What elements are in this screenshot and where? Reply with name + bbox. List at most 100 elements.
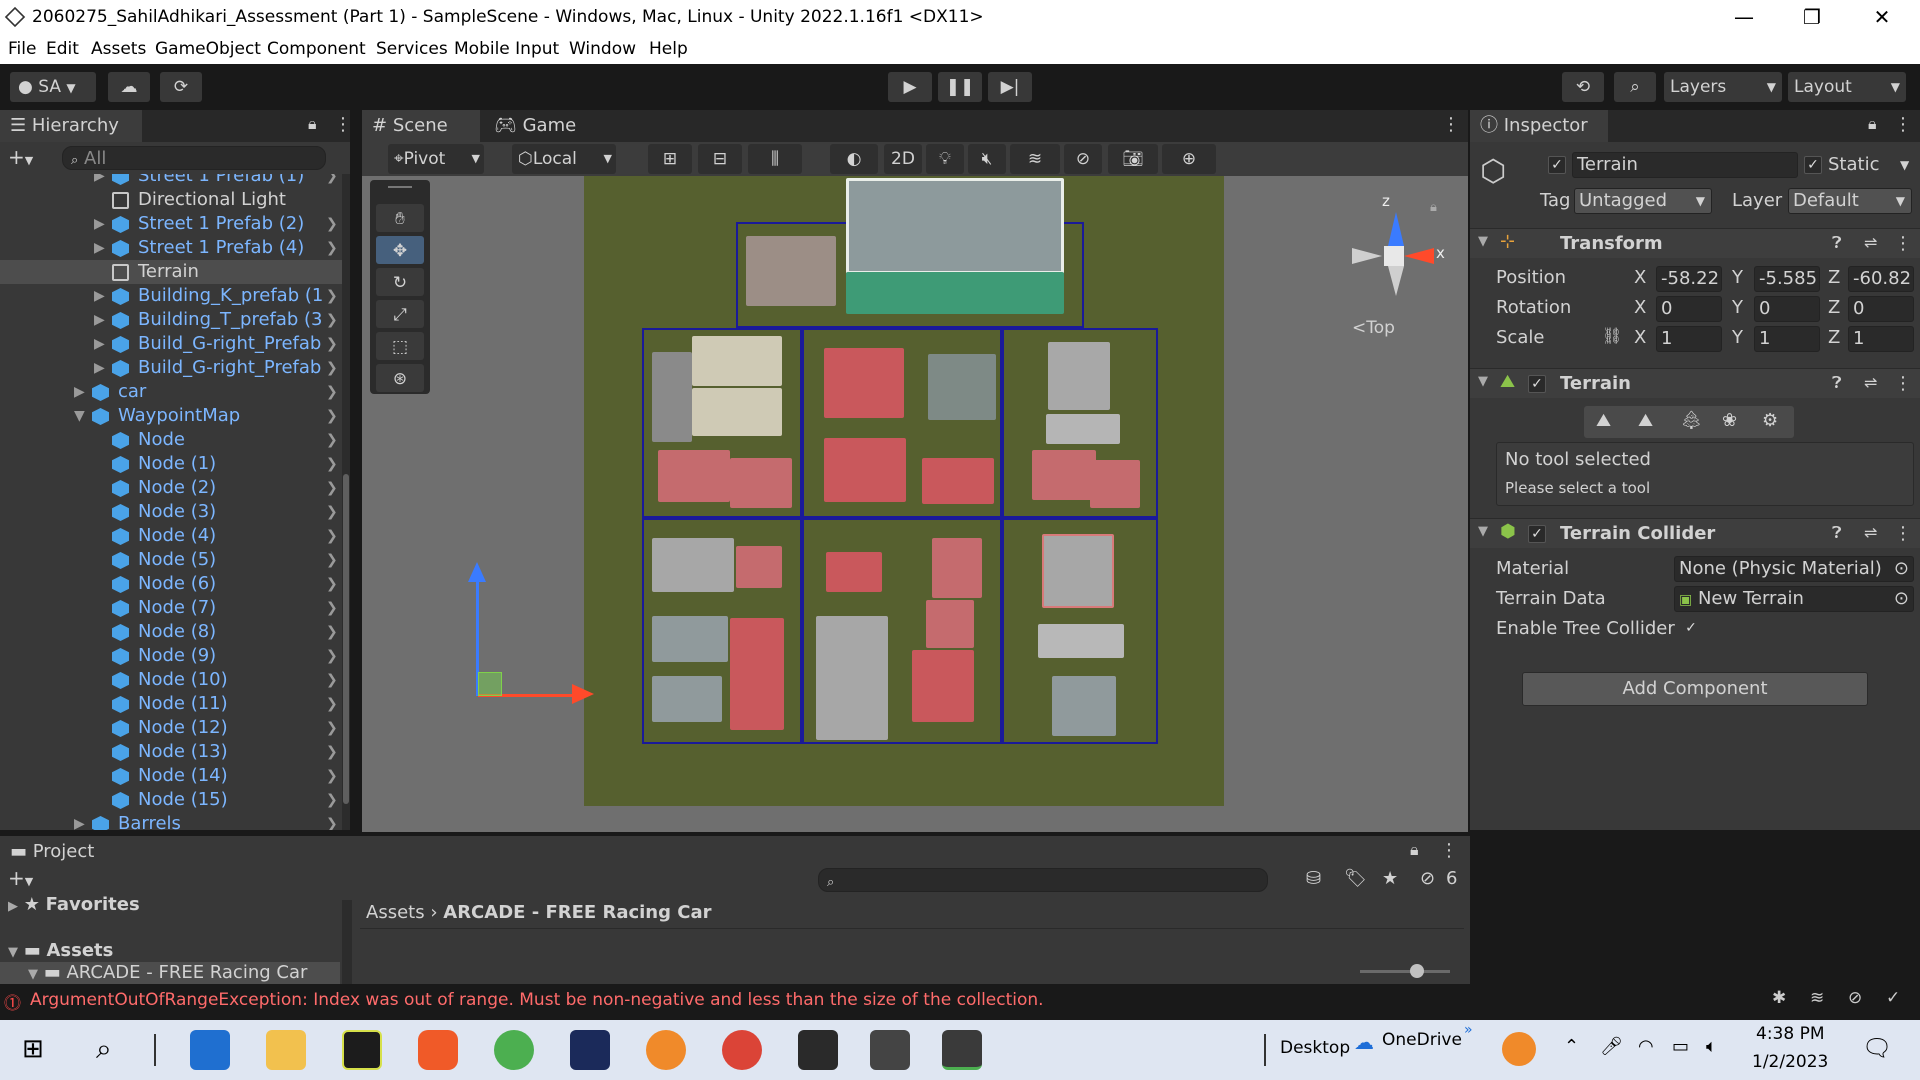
gizmo-neg-x-cone-icon[interactable] <box>1352 248 1382 264</box>
gizmo-plane-handle[interactable] <box>478 672 502 696</box>
lock-icon[interactable]: 🔒︎ <box>308 114 317 134</box>
increment-snap-button[interactable]: ⫼ <box>748 144 802 174</box>
grid-snap-button[interactable]: ⊞ <box>648 144 692 174</box>
hierarchy-scrollbar[interactable] <box>342 174 350 830</box>
list-item[interactable]: ▶ Build_G-right_Prefab ❯ <box>0 332 342 356</box>
close-button[interactable]: ✕ <box>1848 0 1916 36</box>
list-item[interactable]: Node (7) ❯ <box>0 596 342 620</box>
scale-z-input[interactable]: 1 <box>1848 326 1914 352</box>
more-icon[interactable]: ⋮ <box>334 114 352 135</box>
zoom-slider-thumb[interactable] <box>1410 964 1424 978</box>
console-status-bar[interactable]: ⓵ ArgumentOutOfRangeException: Index was… <box>0 986 1920 1014</box>
pivot-dropdown[interactable]: ⌖Pivot ▼ <box>388 144 484 174</box>
list-item[interactable]: Node (11) ❯ <box>0 692 342 716</box>
breadcrumb-current[interactable]: ARCADE - FREE Racing Car <box>443 902 711 923</box>
help-icon[interactable]: ❓︎ <box>1832 233 1842 253</box>
transform-tool-button[interactable]: ⊛ <box>376 364 424 392</box>
list-item-selected[interactable]: Terrain <box>0 260 342 284</box>
transform-header[interactable]: ▼ ⊹ Transform ❓︎ ⇌ ⋮ <box>1470 228 1920 258</box>
unity-hub-icon[interactable] <box>798 1030 838 1070</box>
menu-window[interactable]: Window <box>569 39 636 59</box>
breadcrumb-assets[interactable]: Assets <box>366 902 425 923</box>
lighting-toggle[interactable]: 💡︎ <box>926 144 964 174</box>
rect-tool-button[interactable]: ⬚ <box>376 332 424 360</box>
network-off-icon[interactable]: ⊘ <box>1848 988 1862 1008</box>
account-dropdown[interactable]: ● SA ▼ <box>10 72 96 102</box>
list-item[interactable]: ▶ Build_G-right_Prefab ❯ <box>0 356 342 380</box>
rotation-y-input[interactable]: 0 <box>1754 296 1820 322</box>
gizmo-x-cone-icon[interactable] <box>1404 248 1434 264</box>
list-item[interactable]: Node (3) ❯ <box>0 500 342 524</box>
more-icon[interactable]: ⋮ <box>1894 373 1912 394</box>
2d-toggle[interactable]: 2D <box>884 144 922 174</box>
step-button[interactable]: ▶| <box>988 72 1032 102</box>
tab-game[interactable]: 🎮︎ Game <box>484 110 584 142</box>
help-icon[interactable]: ❓︎ <box>1832 523 1842 543</box>
play-button[interactable]: ▶ <box>888 72 932 102</box>
microphone-icon[interactable]: 🎤︎ <box>1600 1036 1623 1057</box>
list-item[interactable]: Node (15) ❯ <box>0 788 342 812</box>
paint-details-tool-icon[interactable]: ❀ <box>1722 410 1737 431</box>
preset-icon[interactable]: ⇌ <box>1864 373 1877 392</box>
menu-gameobject[interactable]: GameObject <box>155 39 261 59</box>
hidden-packages-icon[interactable]: ⊘ <box>1420 868 1435 889</box>
project-tree-scrollbar[interactable] <box>342 900 352 984</box>
gizmo-z-cone-icon[interactable] <box>1388 212 1404 246</box>
object-picker-icon[interactable]: ⊙ <box>1894 587 1909 611</box>
onedrive-label[interactable]: OneDrive <box>1382 1030 1462 1050</box>
battery-icon[interactable]: ▭ <box>1672 1036 1689 1057</box>
collider-enabled-checkbox[interactable]: ✓ <box>1528 525 1546 543</box>
search-button[interactable]: ⌕ <box>1614 72 1656 102</box>
layers-dropdown[interactable]: Layers ▼ <box>1664 72 1782 102</box>
list-item[interactable]: Node ❯ <box>0 428 342 452</box>
list-item[interactable]: ▶ Building_T_prefab (3 ❯ <box>0 308 342 332</box>
console-error-message[interactable]: ArgumentOutOfRangeException: Index was o… <box>30 990 1044 1010</box>
enable-tree-collider-checkbox[interactable]: ✓ <box>1682 620 1700 638</box>
drag-handle[interactable] <box>388 186 412 188</box>
material-field[interactable]: None (Physic Material) ⊙ <box>1674 556 1914 582</box>
wifi-icon[interactable]: ◠ <box>1638 1036 1654 1057</box>
tab-hierarchy[interactable]: ☰ Hierarchy <box>0 110 142 142</box>
help-icon[interactable]: ❓︎ <box>1832 373 1842 393</box>
scrollbar-thumb[interactable] <box>343 474 349 804</box>
move-tool-button[interactable]: ✥ <box>376 236 424 264</box>
list-item[interactable]: ▼ WaypointMap ❯ <box>0 404 342 428</box>
clock-time[interactable]: 4:38 PM <box>1756 1024 1825 1044</box>
raise-terrain-tool-icon[interactable]: ⛰ <box>1596 410 1611 431</box>
terrain-collider-header[interactable]: ▼ ⬢ ✓ Terrain Collider ❓︎ ⇌ ⋮ <box>1470 518 1920 548</box>
favorite-star-icon[interactable]: ★ <box>1382 868 1398 889</box>
chevron-right-icon[interactable]: » <box>1464 1022 1473 1038</box>
hierarchy-add-button[interactable]: +▼ <box>8 145 33 169</box>
tab-scene[interactable]: # Scene <box>362 110 480 142</box>
menu-services[interactable]: Services <box>376 39 448 59</box>
more-icon[interactable]: ⋮ <box>1894 523 1912 544</box>
menu-component[interactable]: Component <box>267 39 366 59</box>
debug-icon[interactable]: ✱ <box>1772 988 1786 1008</box>
list-item[interactable]: Node (14) ❯ <box>0 764 342 788</box>
visibility-toggle[interactable]: ⊘ <box>1064 144 1102 174</box>
tab-inspector[interactable]: ⓘ Inspector <box>1470 110 1608 142</box>
paint-terrain-tool-icon[interactable]: ⛰ <box>1638 410 1653 431</box>
chrome-icon[interactable] <box>494 1030 534 1070</box>
project-add-button[interactable]: +▼ <box>8 866 33 890</box>
list-item[interactable]: Node (12) ❯ <box>0 716 342 740</box>
notifications-icon[interactable]: 🗨︎ <box>1862 1034 1892 1062</box>
gizmo-neg-z-cone-icon[interactable] <box>1388 266 1404 296</box>
volume-icon[interactable]: 🔈︎ <box>1706 1036 1717 1057</box>
layers-stack-icon[interactable]: ≋ <box>1810 988 1824 1008</box>
search-icon[interactable]: ⌕ <box>96 1032 112 1066</box>
desktop-label[interactable]: Desktop <box>1280 1038 1350 1058</box>
gizmos-dropdown[interactable]: ⊕ <box>1162 144 1216 174</box>
list-item[interactable]: Node (1) ❯ <box>0 452 342 476</box>
more-icon[interactable]: ⋮ <box>1894 114 1912 135</box>
menu-assets[interactable]: Assets <box>91 39 146 59</box>
weather-icon[interactable] <box>1502 1032 1536 1066</box>
filter-label-icon[interactable]: 🏷︎ <box>1344 868 1367 889</box>
list-item[interactable]: ▶ Barrels ❯ <box>0 812 342 830</box>
scale-y-input[interactable]: 1 <box>1754 326 1820 352</box>
position-z-input[interactable]: -60.82 <box>1848 266 1914 292</box>
more-icon[interactable]: ⋮ <box>1440 840 1458 861</box>
lock-icon[interactable]: 🔒︎ <box>1410 840 1419 860</box>
active-checkbox[interactable]: ✓ <box>1548 156 1566 174</box>
rotation-x-input[interactable]: 0 <box>1656 296 1722 322</box>
